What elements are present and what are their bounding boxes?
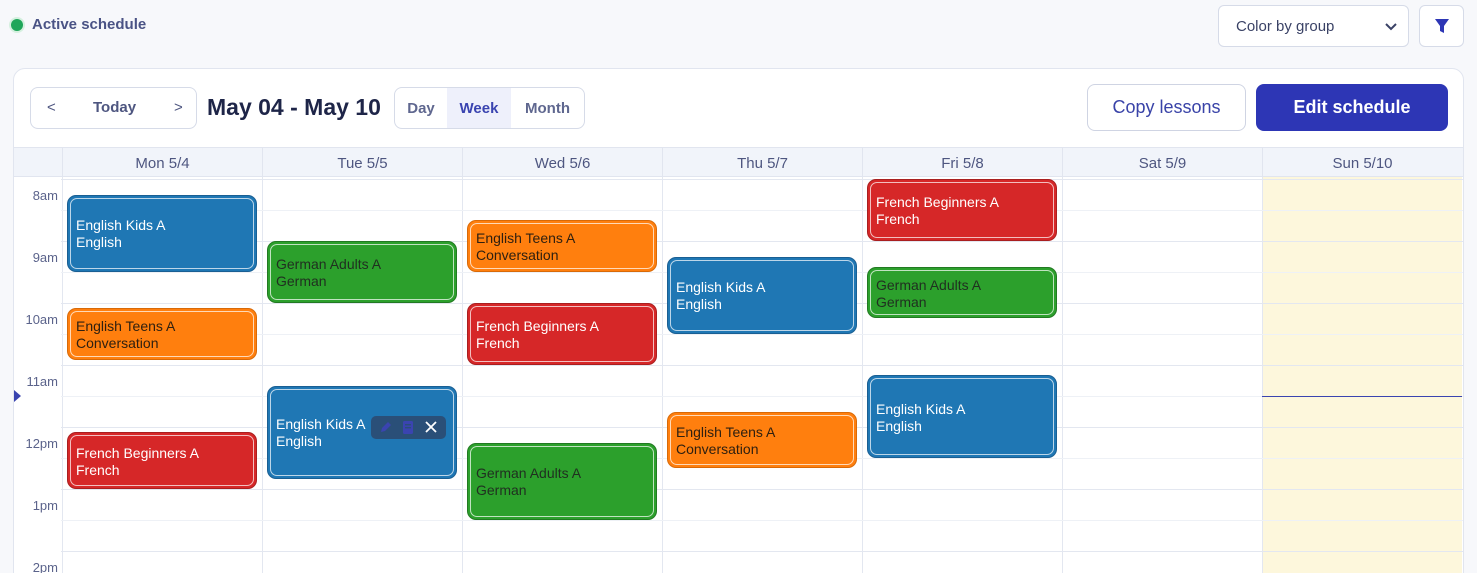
view-week-button[interactable]: Week bbox=[447, 88, 511, 128]
filter-icon bbox=[1434, 18, 1449, 33]
day-header: Sun 5/10 bbox=[1262, 148, 1462, 178]
hour-line bbox=[61, 179, 1463, 180]
view-day-button[interactable]: Day bbox=[395, 88, 447, 128]
lesson-event[interactable]: English Kids A English bbox=[67, 194, 257, 272]
event-title: English Teens A bbox=[676, 423, 776, 440]
time-label: 8am bbox=[32, 188, 58, 203]
day-header: Wed 5/6 bbox=[462, 148, 662, 178]
day-header: Thu 5/7 bbox=[662, 148, 862, 178]
chevron-down-icon bbox=[1385, 23, 1397, 31]
copy-lessons-button[interactable]: Copy lessons bbox=[1087, 84, 1246, 131]
status-dot bbox=[11, 18, 23, 31]
schedule-status: Active schedule bbox=[11, 16, 146, 33]
time-label: 11am bbox=[26, 374, 58, 389]
event-title: French Beginners A bbox=[76, 444, 199, 461]
time-label: 2pm bbox=[32, 560, 58, 573]
notes-icon[interactable] bbox=[401, 420, 415, 435]
event-title: English Teens A bbox=[476, 230, 576, 247]
current-time-line bbox=[1262, 396, 1462, 397]
day-column[interactable] bbox=[662, 177, 862, 573]
event-actions bbox=[371, 415, 446, 439]
lesson-event[interactable]: German Adults A German bbox=[267, 241, 457, 303]
view-month-button[interactable]: Month bbox=[511, 88, 584, 128]
date-navigation: < Today > bbox=[30, 87, 197, 129]
event-title: French Beginners A bbox=[876, 194, 999, 210]
lesson-event[interactable]: French Beginners A French bbox=[67, 432, 257, 489]
day-header-row: Mon 5/4 Tue 5/5 Wed 5/6 Thu 5/7 Fri 5/8 Sat 5… bbox=[14, 147, 1463, 178]
event-title: German Adults A bbox=[276, 256, 382, 272]
lesson-event[interactable]: French Beginners A French bbox=[467, 303, 657, 365]
time-label: 9am bbox=[32, 250, 58, 265]
event-subject: English bbox=[876, 417, 922, 434]
event-title: English Kids A bbox=[76, 217, 166, 234]
event-subject: Conversation bbox=[676, 440, 759, 457]
edit-icon[interactable] bbox=[379, 420, 393, 434]
event-subject: English bbox=[76, 234, 122, 251]
lesson-event[interactable]: English Kids A English bbox=[867, 375, 1057, 458]
day-column[interactable] bbox=[1262, 177, 1462, 573]
time-label: 10am bbox=[25, 312, 58, 327]
week-grid: Mon 5/4 Tue 5/5 Wed 5/6 Thu 5/7 Fri 5/8 Sat 5… bbox=[14, 147, 1463, 573]
color-by-select-value: Color by group bbox=[1236, 17, 1335, 35]
date-range-title: May 04 - May 10 bbox=[207, 94, 381, 120]
event-subject: German bbox=[476, 482, 527, 499]
day-header: Fri 5/8 bbox=[862, 148, 1062, 178]
lesson-event[interactable]: French Beginners A French bbox=[867, 179, 1057, 241]
current-time-marker bbox=[14, 390, 21, 402]
event-subject: German bbox=[876, 293, 927, 310]
edit-schedule-button[interactable]: Edit schedule bbox=[1256, 84, 1448, 131]
half-hour-line bbox=[61, 520, 1463, 521]
lesson-event[interactable]: English Teens A Conversation bbox=[467, 220, 657, 272]
time-label: 12pm bbox=[25, 436, 58, 451]
event-subject: French bbox=[876, 211, 920, 227]
calendar-panel: < Today > May 04 - May 10 Day Week Month… bbox=[13, 68, 1464, 573]
lesson-event[interactable]: English Teens A Conversation bbox=[667, 411, 857, 469]
hour-line bbox=[61, 489, 1463, 490]
event-title: German Adults A bbox=[476, 465, 582, 482]
event-subject: English bbox=[676, 296, 722, 313]
hour-line bbox=[61, 551, 1463, 552]
day-header: Mon 5/4 bbox=[62, 148, 262, 178]
day-header: Sat 5/9 bbox=[1062, 148, 1262, 178]
prev-week-button[interactable]: < bbox=[47, 99, 56, 116]
color-by-select[interactable]: Color by group bbox=[1218, 5, 1409, 47]
event-subject: Conversation bbox=[476, 247, 559, 264]
event-subject: French bbox=[76, 461, 120, 478]
close-icon[interactable] bbox=[424, 420, 438, 434]
time-label: 1pm bbox=[32, 498, 58, 513]
day-column[interactable] bbox=[262, 177, 462, 573]
event-subject: Conversation bbox=[76, 334, 159, 351]
event-subject: French bbox=[476, 335, 520, 351]
event-title: French Beginners A bbox=[476, 318, 599, 334]
status-label: Active schedule bbox=[32, 16, 147, 33]
lesson-event[interactable]: English Teens A Conversation bbox=[67, 308, 257, 360]
next-week-button[interactable]: > bbox=[174, 99, 183, 116]
event-title: German Adults A bbox=[876, 276, 982, 293]
filter-button[interactable] bbox=[1419, 5, 1464, 47]
event-title: English Teens A bbox=[76, 317, 176, 334]
day-column[interactable] bbox=[1062, 177, 1262, 573]
lesson-event[interactable]: German Adults A German bbox=[467, 442, 657, 520]
half-hour-line bbox=[61, 334, 1463, 335]
time-grid: 8am 9am 10am 11am 12pm 1pm 2pm English Kids A En… bbox=[14, 177, 1463, 573]
day-header: Tue 5/5 bbox=[262, 148, 462, 178]
lesson-event[interactable]: German Adults A German bbox=[867, 266, 1057, 319]
lesson-event[interactable]: English Kids A English bbox=[667, 256, 857, 334]
lesson-event[interactable]: English Kids A English bbox=[267, 385, 457, 479]
event-title: English Kids A bbox=[676, 279, 766, 296]
view-toggle: Day Week Month bbox=[394, 87, 585, 129]
half-hour-line bbox=[61, 210, 1463, 211]
today-button[interactable]: Today bbox=[93, 99, 136, 116]
hour-line bbox=[61, 365, 1463, 366]
event-title: English Kids A bbox=[876, 400, 966, 417]
event-subject: German bbox=[276, 273, 327, 289]
